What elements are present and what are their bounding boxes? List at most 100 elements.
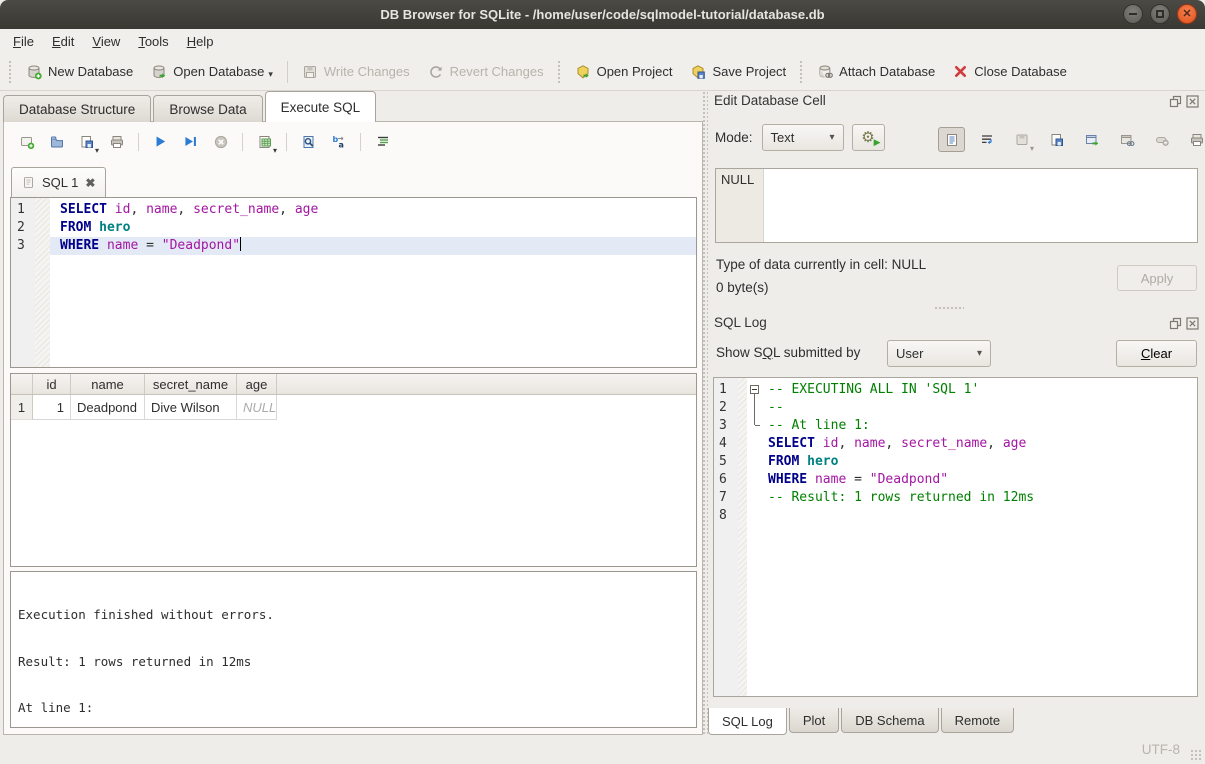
cell-filler [277,395,696,420]
corner-header-cell[interactable] [11,374,33,394]
open-sql-file-button[interactable] [44,130,69,153]
tab-database-structure[interactable]: Database Structure [3,95,151,122]
export-cell-data-button[interactable] [1043,127,1070,152]
toolbar-grip[interactable] [799,60,804,84]
sql-code-editor[interactable]: 1 2 3 SELECT id, name, secret_name, age … [10,197,697,368]
dock-tab-db-schema[interactable]: DB Schema [841,708,938,733]
save-results-button[interactable]: ▾ [252,130,277,153]
save-results-dropdown-icon[interactable]: ▾ [273,146,277,155]
header-secret-name[interactable]: secret_name [145,374,237,394]
close-button[interactable]: ✕ [1177,4,1197,24]
find-replace-button[interactable]: ba [326,130,351,153]
new-database-button[interactable]: New Database [17,58,142,86]
close-panel-icon[interactable] [1186,317,1199,330]
print-sql-button[interactable] [104,130,129,153]
titlebar[interactable]: ✕ DB Browser for SQLite - /home/user/cod… [0,0,1205,29]
execute-sql-button[interactable] [148,130,173,153]
cell-id[interactable]: 1 [33,395,71,420]
menu-edit[interactable]: Edit [43,31,83,52]
open-sql-tab-button[interactable] [14,130,39,153]
log-line: WHERE name = "Deadpond" [764,471,1197,489]
tab-execute-sql[interactable]: Execute SQL [265,91,377,122]
revert-changes-icon [428,64,444,80]
dock-tab-sql-log[interactable]: SQL Log [708,708,787,735]
log-code-area: -- EXECUTING ALL IN 'SQL 1' -- -- At lin… [764,378,1197,696]
sql-log-filter-dropdown[interactable]: User ▾ [887,340,991,367]
tab-browse-data[interactable]: Browse Data [153,95,262,122]
float-panel-icon[interactable] [1169,317,1182,330]
maximize-button[interactable] [1150,4,1170,24]
find-button[interactable] [296,130,321,153]
close-database-button[interactable]: Close Database [944,58,1076,85]
cell-name[interactable]: Deadpond [71,395,145,420]
open-project-label: Open Project [597,64,673,79]
close-icon: ✕ [1182,9,1191,20]
minimize-button[interactable] [1123,4,1143,24]
write-changes-button[interactable]: Write Changes [293,58,419,86]
mode-dropdown-value: Text [771,130,795,145]
row-number-cell[interactable]: 1 [11,395,33,420]
dock-tab-remote[interactable]: Remote [941,708,1015,733]
log-line: -- Result: 1 rows returned in 12ms [764,489,1197,507]
text-mode-button[interactable] [938,127,965,152]
sql-log-view[interactable]: 1 2 3 4 5 6 7 8 -- EXECUTING ALL IN 'SQL… [713,377,1198,697]
menu-tools[interactable]: Tools [129,31,177,52]
menu-file[interactable]: File [4,31,43,52]
execute-sql-page: ▾ ▾ ba [3,121,703,735]
close-panel-icon[interactable] [1186,95,1199,108]
dock-tab-plot[interactable]: Plot [789,708,839,733]
apply-button[interactable]: Apply [1117,265,1197,291]
word-wrap-button[interactable] [973,127,1000,152]
mode-dropdown[interactable]: Text ▾ [762,124,844,151]
log-fold-margin [747,378,764,696]
results-grid: id name secret_name age 1 1 Deadpond Div… [10,373,697,567]
menu-help[interactable]: Help [178,31,223,52]
chevron-down-icon: ▾ [830,132,835,143]
log-line: -- EXECUTING ALL IN 'SQL 1' [764,381,1197,399]
project-save-icon [690,64,706,80]
set-null-button[interactable] [1148,127,1175,152]
auto-detect-format-button[interactable]: ⚙ ▶ [852,124,885,151]
cell-age-null[interactable]: NULL [237,395,277,420]
header-id[interactable]: id [33,374,71,394]
revert-changes-button[interactable]: Revert Changes [419,58,553,86]
dock-section-handle[interactable] [934,306,964,311]
stop-execution-button[interactable] [208,130,233,153]
header-age[interactable]: age [237,374,277,394]
header-name[interactable]: name [71,374,145,394]
clear-log-button[interactable]: Clear [1116,340,1197,367]
toolbar-grip[interactable] [557,60,562,84]
save-project-button[interactable]: Save Project [681,58,795,86]
chevron-down-icon: ▾ [977,348,982,359]
import-cell-data-button[interactable]: ▾ [1008,127,1035,152]
import-dropdown-icon[interactable]: ▾ [1030,144,1034,153]
edit-cell-title: Edit Database Cell [714,93,826,108]
cell-secret-name[interactable]: Dive Wilson [145,395,237,420]
table-row: 1 1 Deadpond Dive Wilson NULL [11,395,696,420]
open-project-button[interactable]: Open Project [566,58,682,86]
sql-tab[interactable]: SQL 1 ✖ [11,167,106,197]
float-panel-icon[interactable] [1169,95,1182,108]
sql-tab-close-icon[interactable]: ✖ [85,176,95,190]
fold-collapse-icon[interactable] [750,385,759,394]
close-database-icon [953,64,968,79]
window-title: DB Browser for SQLite - /home/user/code/… [380,7,824,22]
print-cell-button[interactable] [1183,127,1205,152]
menu-view[interactable]: View [83,31,129,52]
open-database-dropdown-icon[interactable]: ▾ [268,69,273,80]
open-database-button[interactable]: Open Database ▾ [142,58,282,86]
copy-link-button[interactable] [1113,127,1140,152]
resize-grip[interactable] [1190,749,1202,761]
cell-editor[interactable]: NULL [715,168,1198,243]
format-sql-icon[interactable] [370,130,395,153]
save-sql-file-button[interactable]: ▾ [74,130,99,153]
cell-edit-area[interactable] [764,169,1197,242]
cell-size-info: 0 byte(s) [716,280,769,295]
open-in-external-button[interactable] [1078,127,1105,152]
sql-log-title: SQL Log [714,315,767,330]
attach-database-button[interactable]: Attach Database [808,58,944,86]
execute-current-line-button[interactable] [178,130,203,153]
save-sql-dropdown-icon[interactable]: ▾ [95,146,99,155]
toolbar-grip[interactable] [8,60,13,84]
minimize-icon [1129,13,1137,15]
